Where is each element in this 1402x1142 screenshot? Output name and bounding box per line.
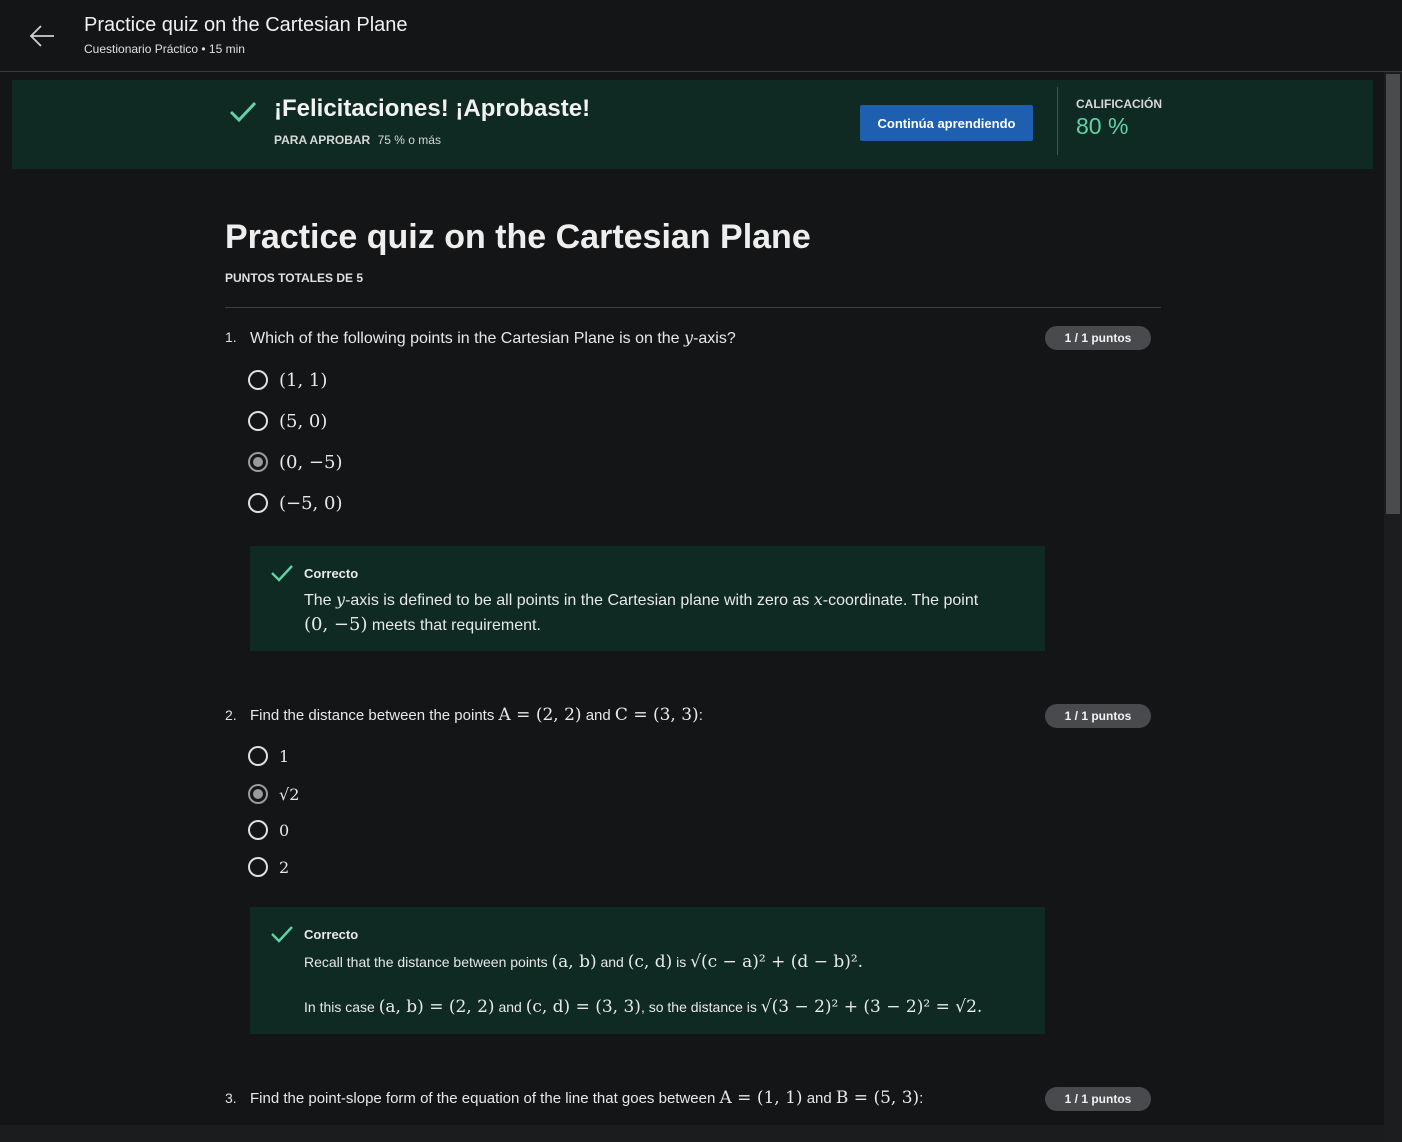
page-title: Practice quiz on the Cartesian Plane [225, 218, 811, 256]
horizontal-scrollbar[interactable] [0, 1125, 1384, 1142]
math-expression: A = (2, 2) [498, 705, 582, 725]
radio-button[interactable] [248, 857, 268, 877]
feedback-text: In this case (a, b) = (2, 2) and (c, d) … [304, 997, 982, 1017]
top-bar: Practice quiz on the Cartesian Plane Cue… [0, 0, 1402, 72]
header-subtitle: Cuestionario Práctico • 15 min [84, 42, 245, 56]
feedback-correct: Correcto Recall that the distance betwee… [250, 907, 1045, 1034]
math-expression: (a, b) = (2, 2) [378, 997, 495, 1017]
question-text: Find the distance between the points A =… [250, 705, 703, 725]
answer-option[interactable]: (5, 0) [248, 408, 327, 434]
feedback-text: The y-axis is defined to be all points i… [304, 590, 978, 610]
question-text-part: Find the distance between the points [250, 707, 499, 724]
question-text: Which of the following points in the Car… [250, 328, 736, 348]
feedback-title: Correcto [304, 927, 359, 942]
feedback-text: Recall that the distance between points … [304, 952, 863, 972]
header-title: Practice quiz on the Cartesian Plane [84, 14, 408, 36]
feedback-text-part: , so the distance is [640, 999, 761, 1015]
feedback-text-part: Recall that the distance between points [304, 954, 552, 970]
question-text-part: and [802, 1090, 836, 1107]
points-badge: 1 / 1 puntos [1045, 1087, 1151, 1111]
option-label: (1, 1) [279, 369, 328, 391]
arrow-left-icon [29, 25, 54, 47]
radio-button[interactable] [248, 493, 268, 513]
feedback-text: (0, −5) meets that requirement. [304, 614, 541, 635]
question-text-part: Which of the following points in the Car… [250, 330, 685, 347]
points-badge: 1 / 1 puntos [1045, 326, 1151, 350]
option-label: √2 [279, 784, 300, 804]
continue-learning-button[interactable]: Continúa aprendiendo [860, 105, 1033, 141]
math-expression: B = (5, 3) [835, 1088, 920, 1108]
math-expression: (c, d) = (3, 3) [525, 997, 641, 1017]
feedback-correct: Correcto The y-axis is defined to be all… [250, 546, 1045, 651]
question-number: 3. [225, 1090, 237, 1106]
check-icon [271, 926, 293, 943]
math-variable: y [684, 328, 694, 347]
answer-option-selected[interactable]: (0, −5) [248, 449, 342, 475]
grade-value: 80 % [1076, 113, 1129, 139]
math-variable: y [336, 590, 346, 609]
pass-value: 75 % o más [377, 133, 441, 147]
math-expression: C = (3, 3) [614, 705, 699, 725]
answer-option[interactable]: 1 [248, 743, 289, 769]
question-text-part: : [698, 707, 703, 724]
pass-banner: ¡Felicitaciones! ¡Aprobaste! PARA APROBA… [12, 80, 1373, 169]
math-expression: √(3 − 2)² + (3 − 2)² = √2. [760, 997, 983, 1017]
feedback-text-part: and [596, 954, 628, 970]
radio-button[interactable] [248, 370, 268, 390]
feedback-text-part: The [304, 592, 337, 609]
answer-option[interactable]: 2 [248, 854, 289, 880]
grade-label: CALIFICACIÓN [1076, 97, 1162, 111]
radio-button[interactable] [248, 411, 268, 431]
math-expression: (0, −5) [304, 614, 368, 635]
divider [225, 307, 1161, 308]
radio-button[interactable] [248, 746, 268, 766]
banner-divider [1057, 87, 1058, 155]
question-number: 1. [225, 329, 237, 345]
pass-requirement: PARA APROBAR 75 % o más [274, 133, 441, 147]
check-icon [229, 101, 257, 123]
math-variable: x [813, 590, 823, 609]
feedback-text-part: meets that requirement. [367, 617, 541, 634]
option-label: (−5, 0) [279, 492, 343, 514]
question-text-part: and [581, 707, 615, 724]
feedback-text-part: is [672, 954, 691, 970]
check-icon [271, 565, 293, 582]
feedback-title: Correcto [304, 566, 359, 581]
question-number: 2. [225, 707, 237, 723]
option-label: 2 [279, 857, 290, 877]
option-label: (5, 0) [279, 410, 328, 432]
feedback-text-part: and [494, 999, 526, 1015]
option-label: 0 [279, 820, 290, 840]
answer-option[interactable]: (1, 1) [248, 367, 327, 393]
answer-option[interactable]: 0 [248, 817, 289, 843]
radio-button-checked[interactable] [248, 452, 268, 472]
question-text: Find the point-slope form of the equatio… [250, 1088, 923, 1108]
answer-option-selected[interactable]: √2 [248, 781, 299, 807]
math-expression: √(c − a)² + (d − b)². [690, 952, 864, 972]
option-label: 1 [279, 746, 290, 766]
math-expression: (c, d) [627, 952, 673, 972]
math-expression: (a, b) [551, 952, 597, 972]
math-expression: A = (1, 1) [719, 1088, 803, 1108]
back-button[interactable] [24, 20, 60, 52]
total-points: PUNTOS TOTALES DE 5 [225, 271, 364, 285]
feedback-text-part: -axis is defined to be all points in the… [345, 592, 814, 609]
points-badge: 1 / 1 puntos [1045, 704, 1151, 728]
banner-title: ¡Felicitaciones! ¡Aprobaste! [274, 95, 591, 122]
radio-button[interactable] [248, 820, 268, 840]
radio-button-checked[interactable] [248, 784, 268, 804]
feedback-text-part: -coordinate. The point [822, 592, 979, 609]
question-text-part: : [919, 1090, 924, 1107]
scrollbar-thumb[interactable] [1386, 74, 1400, 514]
option-label: (0, −5) [279, 451, 343, 473]
question-text-part: -axis? [693, 330, 736, 347]
answer-option[interactable]: (−5, 0) [248, 490, 342, 516]
feedback-text-part: In this case [304, 999, 379, 1015]
pass-label: PARA APROBAR [274, 133, 371, 147]
question-text-part: Find the point-slope form of the equatio… [250, 1090, 720, 1107]
